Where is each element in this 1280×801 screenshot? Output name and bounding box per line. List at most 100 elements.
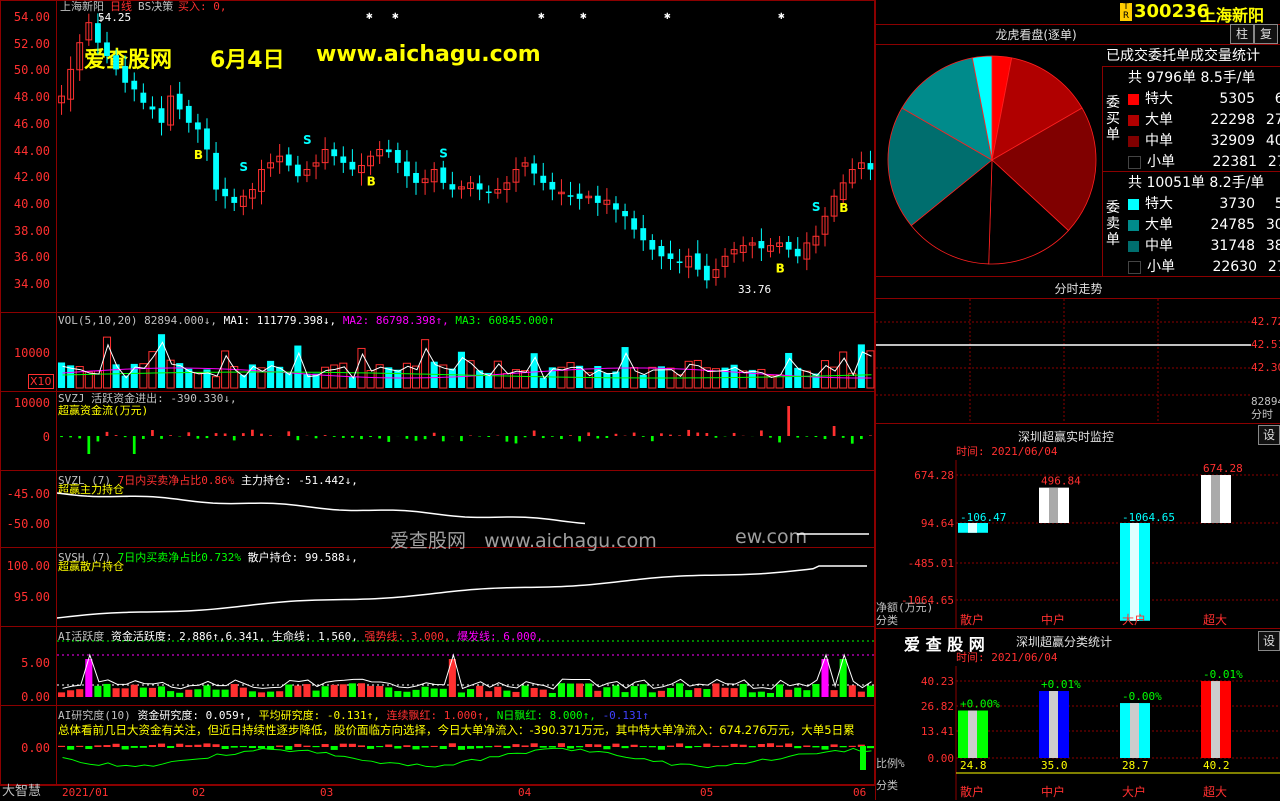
activity-bar [731,688,738,697]
classify-title: 深圳超赢分类统计 [1016,633,1112,650]
activity-bar [622,692,629,697]
svzj-axis-top: 10000 [0,396,50,410]
fund-flow-bar [315,436,318,438]
fund-flow-bar [487,436,490,437]
volume-bar [103,337,110,388]
volume-bar [285,373,292,388]
fund-flow-bar [115,435,118,436]
fund-flow-bar [78,436,81,438]
volume-bar [694,360,701,388]
app-name[interactable]: 大智慧 [2,786,41,798]
candle-body [677,261,683,263]
volume-bar [294,346,301,388]
fund-flow-bar [169,435,172,436]
volume-bar [267,361,274,388]
candle-body [595,196,601,203]
activity-bar [685,690,692,697]
activity-bar [340,684,347,697]
intraday-vol-label: 82894 [1251,396,1280,408]
sell-row-name: 大单 [1145,214,1195,234]
price-tick: 52.00 [0,37,50,51]
buy-signal: B [194,148,203,162]
volume-chart[interactable] [57,313,875,391]
realtime-bar-chart: 674.2894.64-485.01-1064.65-106.47散户496.8… [876,460,1280,628]
volume-bar [358,348,365,388]
ai-active-axis-0: 0.00 [0,690,50,704]
research-bar [658,746,665,750]
volume-bar [785,353,792,388]
realtime-title: 深圳超赢实时监控 [926,428,1206,445]
activity-bar [494,687,501,697]
candle-body [395,150,401,163]
price-tick: 38.00 [0,224,50,238]
fund-flow-bar [106,432,109,436]
research-bar [603,746,610,749]
research-bar [449,743,456,747]
sell-row-pct: 5% [1255,196,1280,212]
fund-flow-bar [351,436,354,438]
sell-row: 中单3174838% [1128,235,1280,255]
volume-bar [394,370,401,388]
activity-bar [758,692,765,697]
research-bar [58,746,65,747]
fund-flow-bar [133,436,136,454]
volume-bar [422,340,429,388]
research-bar [240,746,247,747]
volume-bar [540,378,547,388]
research-bar [412,746,419,749]
activity-bar [140,688,147,697]
sell-row-count: 31748 [1195,238,1255,254]
intraday-axis-low: 42.30 [1251,362,1280,374]
research-bar [403,745,410,747]
candle-body [477,183,483,189]
research-bar [76,746,83,747]
buy-row: 中单3290940% [1128,130,1280,150]
realtime-settings-button[interactable]: 设 [1258,425,1280,445]
fund-flow-bar [669,435,672,436]
ai-active-chart[interactable] [57,627,875,705]
fund-flow-bar [224,433,227,436]
volume-bar [194,373,201,388]
candle-body [486,192,492,194]
volume-bar [676,375,683,388]
research-bar [576,746,583,747]
activity-bar [740,684,747,697]
activity-bar [831,690,838,697]
svzl-chart[interactable] [57,471,875,547]
volume-bar [213,377,220,388]
fund-flow-bar [687,430,690,436]
activity-bar [403,692,410,697]
fund-flow-bar [606,436,609,438]
candle-body [131,81,137,90]
svsh-chart[interactable] [57,548,875,626]
buy-row-pct: 6% [1255,91,1280,107]
fund-flow-bar [387,436,390,442]
intraday-chart[interactable] [876,299,1251,423]
ai-research-chart[interactable] [57,706,875,785]
research-bar [431,746,438,747]
buy-row-count: 22381 [1197,154,1257,170]
restore-button[interactable]: 复 [1254,24,1278,44]
classify-settings-button[interactable]: 设 [1258,631,1280,651]
activity-bar [358,683,365,697]
svzj-chart[interactable] [57,392,875,470]
candlestick-chart[interactable]: BSSBSBSB [57,0,875,312]
fund-flow-bar [560,436,563,439]
research-bar [676,743,683,747]
activity-bar [203,685,210,697]
buy-row-pct: 27% [1255,112,1280,128]
research-bar [512,744,519,747]
candle-body [549,182,555,190]
candle-body [649,240,655,250]
bar-toggle-button[interactable]: 柱 [1230,24,1254,44]
activity-bar [249,691,256,697]
left-chart-area[interactable]: 54.0052.0050.0048.0046.0044.0042.0040.00… [0,0,875,800]
classify-unit: 比例% [876,758,905,770]
candle-body [177,94,183,110]
activity-bar [531,688,538,697]
fund-flow-bar [369,436,372,437]
activity-bar [285,685,292,697]
research-bar [358,745,365,747]
rt-bar-value: 496.84 [1041,475,1081,488]
volume-bar [158,334,165,388]
